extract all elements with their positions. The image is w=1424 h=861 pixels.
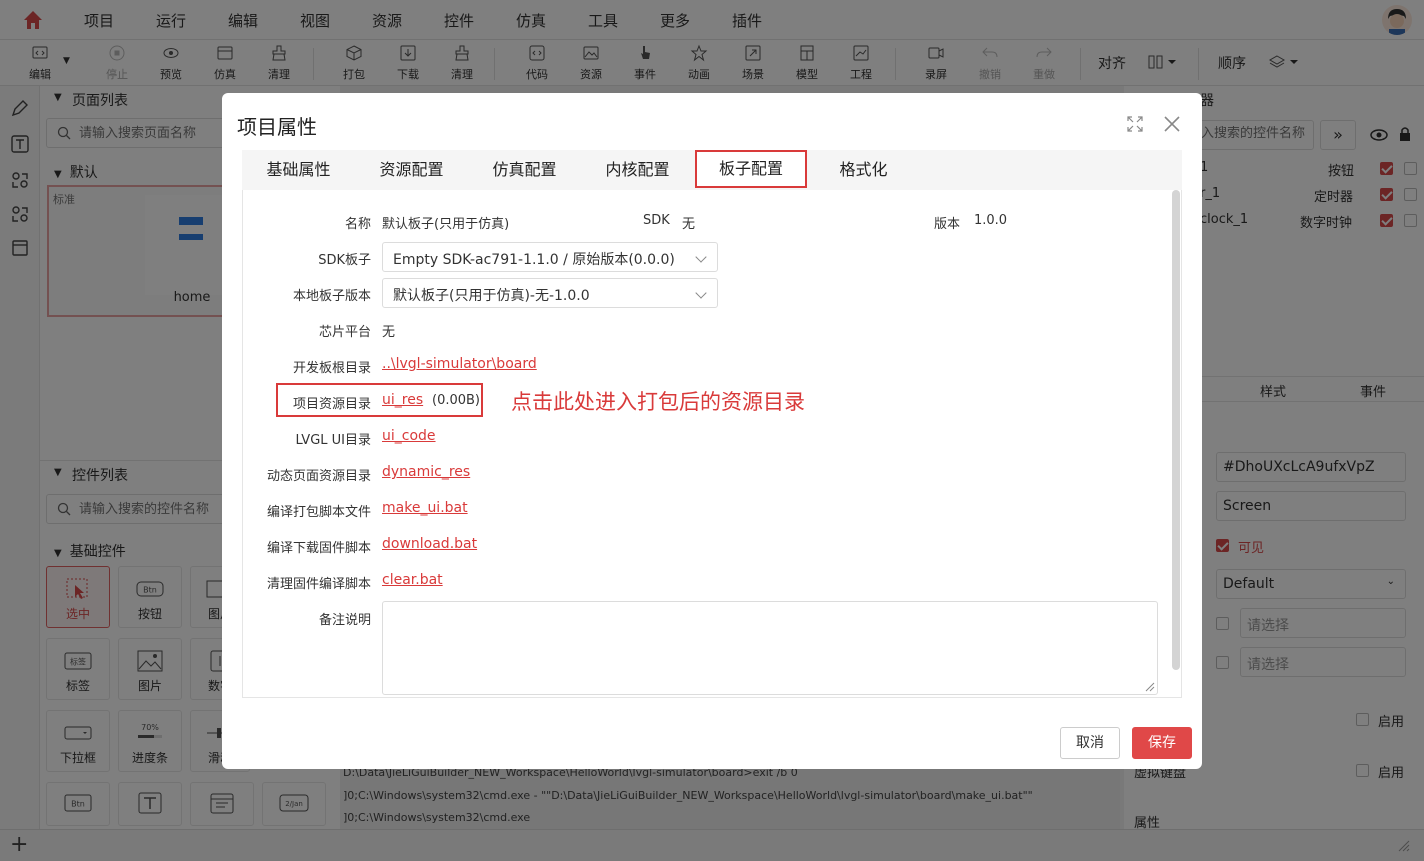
name-value: 默认板子(只用于仿真) <box>382 217 510 232</box>
local-board-value: 默认板子(只用于仿真)-无-1.0.0 <box>393 288 590 304</box>
local-board-label: 本地板子版本 <box>292 289 371 304</box>
save-button[interactable]: 保存 <box>1132 727 1192 759</box>
version-value: 1.0.0 <box>974 213 1008 228</box>
clear-script-link[interactable]: clear.bat <box>382 572 443 588</box>
dynamic-res-link[interactable]: dynamic_res <box>382 464 470 480</box>
dev-root-label: 开发板根目录 <box>292 361 371 376</box>
tab-resource[interactable]: 资源配置 <box>355 150 468 190</box>
tab-board[interactable]: 板子配置 <box>695 150 807 188</box>
note-label: 备注说明 <box>318 613 371 628</box>
board-config-content: 名称 默认板子(只用于仿真) SDK 无 版本 1.0.0 SDK板子 Empt… <box>242 190 1182 698</box>
annotation-text: 点击此处进入打包后的资源目录 <box>511 390 805 414</box>
lvgl-label: LVGL UI目录 <box>295 433 371 448</box>
dialog-tabs: 基础属性 资源配置 仿真配置 内核配置 板子配置 格式化 <box>242 150 1182 190</box>
res-dir-size: (0.00B) <box>432 393 481 408</box>
sdk-label: SDK <box>643 213 670 228</box>
content-scrollbar[interactable] <box>1172 190 1180 670</box>
res-dir-label: 项目资源目录 <box>292 397 371 412</box>
download-script-link[interactable]: download.bat <box>382 536 477 552</box>
tab-simulation[interactable]: 仿真配置 <box>468 150 581 190</box>
project-properties-dialog: 项目属性 基础属性 资源配置 仿真配置 内核配置 板子配置 格式化 名称 默认板… <box>222 93 1202 769</box>
chevron-down-icon <box>695 287 707 299</box>
chip-label: 芯片平台 <box>318 325 371 340</box>
sdk-value: 无 <box>682 217 696 232</box>
name-label: 名称 <box>344 217 371 232</box>
resize-grip-icon[interactable] <box>1145 682 1155 692</box>
tab-kernel[interactable]: 内核配置 <box>581 150 694 190</box>
tab-basic[interactable]: 基础属性 <box>242 150 355 190</box>
dynamic-res-label: 动态页面资源目录 <box>266 469 371 484</box>
res-dir-link[interactable]: ui_res <box>382 392 423 408</box>
chip-value: 无 <box>382 325 396 340</box>
download-script-label: 编译下载固件脚本 <box>266 541 371 556</box>
dev-root-link[interactable]: ..\lvgl-simulator\board <box>382 356 537 372</box>
chevron-down-icon <box>695 251 707 263</box>
sdk-board-value: Empty SDK-ac791-1.1.0 / 原始版本(0.0.0) <box>393 252 675 268</box>
fullscreen-icon[interactable] <box>1127 116 1143 132</box>
compile-script-label: 编译打包脚本文件 <box>266 505 371 520</box>
dialog-title: 项目属性 <box>237 115 317 139</box>
compile-script-link[interactable]: make_ui.bat <box>382 500 468 516</box>
local-board-select[interactable]: 默认板子(只用于仿真)-无-1.0.0 <box>382 278 718 308</box>
cancel-button[interactable]: 取消 <box>1060 727 1120 759</box>
close-icon[interactable] <box>1162 114 1182 134</box>
note-textarea[interactable] <box>382 601 1158 695</box>
tab-format[interactable]: 格式化 <box>807 150 920 190</box>
sdk-board-label: SDK板子 <box>318 253 371 268</box>
sdk-board-select[interactable]: Empty SDK-ac791-1.1.0 / 原始版本(0.0.0) <box>382 242 718 272</box>
version-label: 版本 <box>934 217 961 232</box>
clear-script-label: 清理固件编译脚本 <box>266 577 371 592</box>
lvgl-link[interactable]: ui_code <box>382 428 436 444</box>
